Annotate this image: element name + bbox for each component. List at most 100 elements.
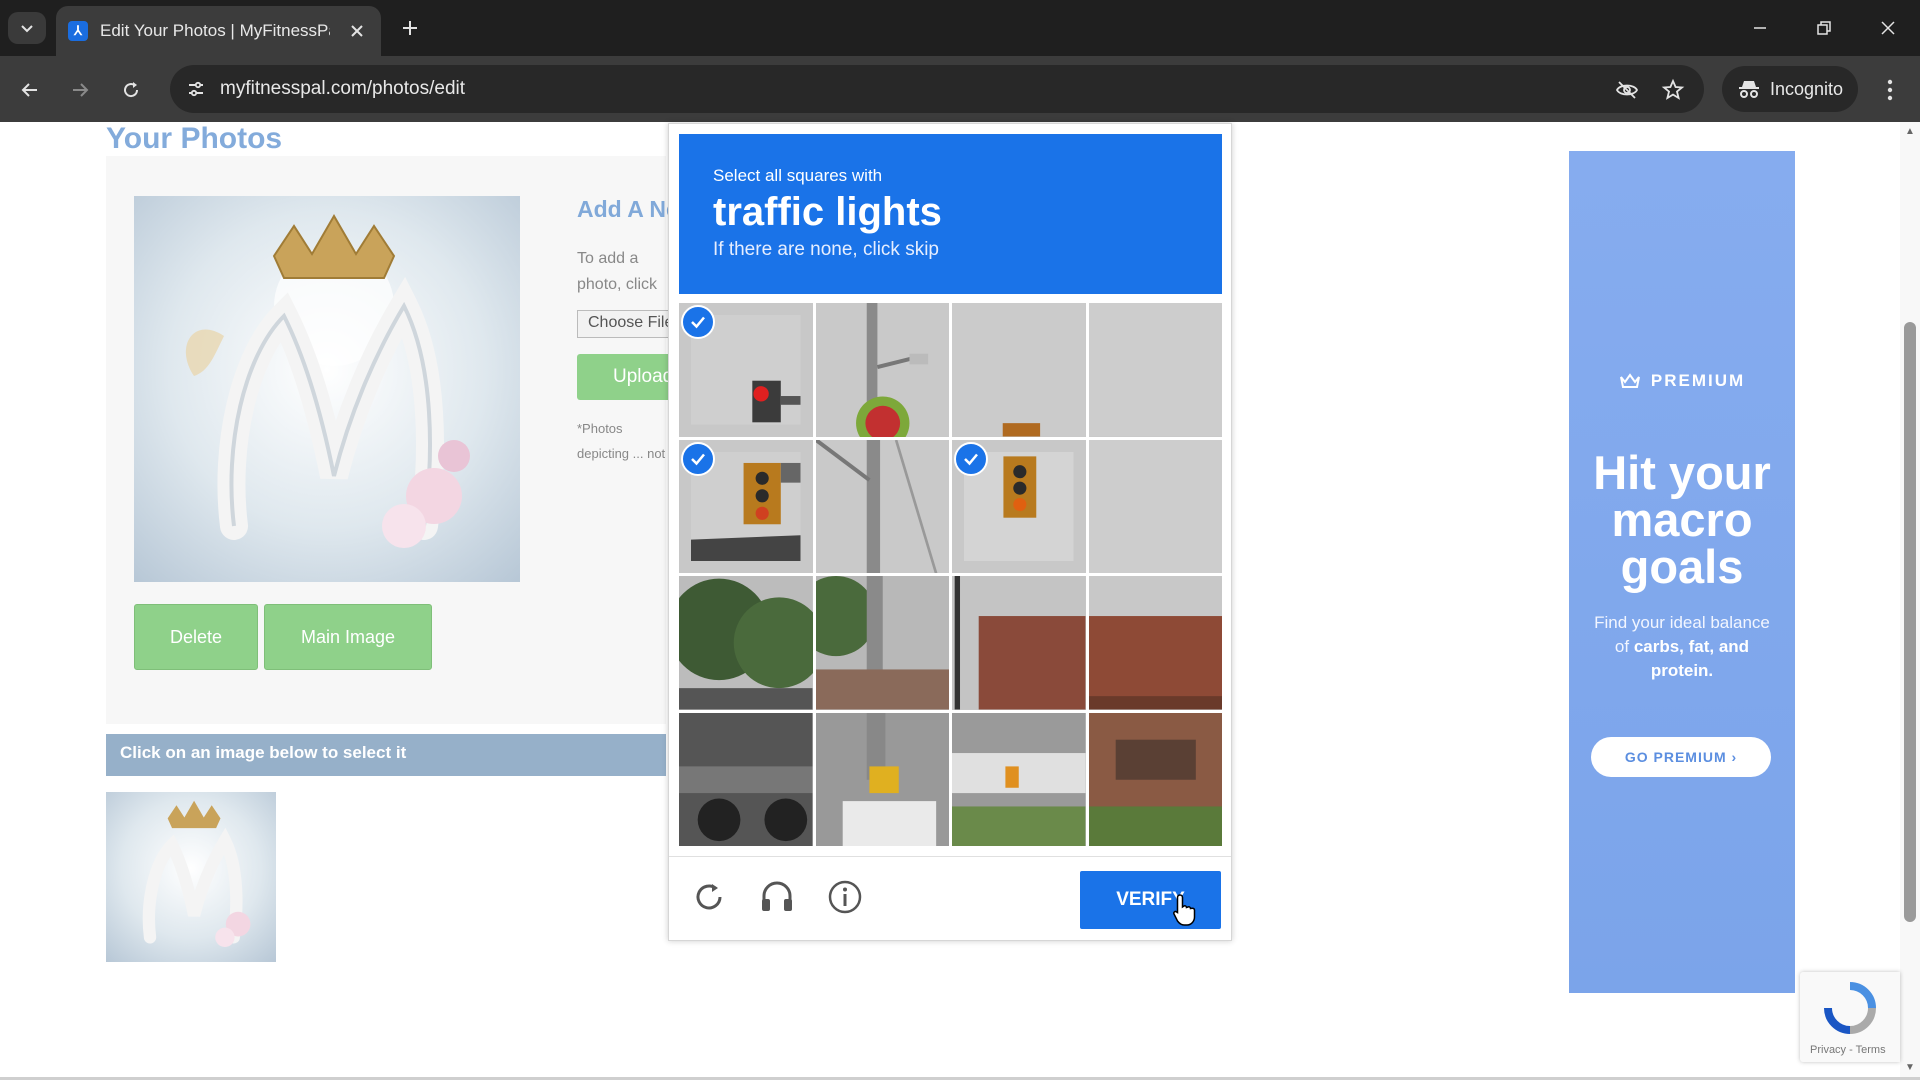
tile-image xyxy=(952,303,1086,437)
captcha-tile[interactable] xyxy=(815,712,949,846)
tile-image xyxy=(1088,439,1222,573)
monogram-m-image xyxy=(185,214,470,548)
info-icon xyxy=(828,880,862,914)
captcha-footer: VERIFY xyxy=(669,856,1231,940)
ad-body-bold: carbs, fat, and protein. xyxy=(1633,637,1750,680)
incognito-icon xyxy=(1739,81,1759,98)
forward-button[interactable] xyxy=(62,72,98,108)
tile-image xyxy=(952,576,1086,710)
tile-image xyxy=(1088,303,1222,437)
premium-ad[interactable]: PREMIUM Hit your macro goals Find your i… xyxy=(1569,151,1795,993)
eye-off-icon[interactable] xyxy=(1614,77,1640,103)
browser-menu-button[interactable] xyxy=(1872,72,1908,108)
reload-challenge-button[interactable] xyxy=(689,877,729,917)
captcha-tile[interactable] xyxy=(1088,712,1222,846)
ad-premium-label: PREMIUM xyxy=(1650,371,1746,390)
captcha-target-object: traffic lights xyxy=(713,190,942,234)
headphones-icon xyxy=(762,881,792,911)
minimize-icon xyxy=(1754,27,1766,29)
captcha-tile[interactable] xyxy=(679,439,813,573)
captcha-tile[interactable] xyxy=(1088,303,1222,437)
tile-image xyxy=(815,303,949,437)
arrow-right-icon xyxy=(73,83,89,97)
reload-button[interactable] xyxy=(113,72,149,108)
main-image-button[interactable]: Main Image xyxy=(264,604,432,670)
photo-thumbnail[interactable] xyxy=(106,792,276,962)
tab-strip: ⅄ Edit Your Photos | MyFitnessPal xyxy=(0,0,1920,56)
ad-headline: Hit your macro goals xyxy=(1593,446,1771,593)
tile-image xyxy=(1088,712,1222,846)
tile-image xyxy=(1088,576,1222,710)
bookmark-star-icon[interactable] xyxy=(1660,77,1686,103)
scroll-thumb[interactable] xyxy=(1904,322,1916,922)
captcha-tile[interactable] xyxy=(1088,439,1222,573)
check-icon xyxy=(954,441,988,476)
captcha-tile[interactable] xyxy=(679,712,813,846)
audio-challenge-button[interactable] xyxy=(757,877,797,917)
back-button[interactable] xyxy=(12,72,48,108)
tile-image xyxy=(815,439,949,573)
captcha-tile[interactable] xyxy=(679,303,813,437)
monogram-m-thumbnail-image xyxy=(142,800,251,948)
chevron-down-icon xyxy=(21,25,33,33)
new-tab-button[interactable] xyxy=(394,12,426,44)
captcha-header: Select all squares with traffic lights I… xyxy=(679,134,1222,294)
recaptcha-badge[interactable]: Privacy - Terms xyxy=(1800,972,1900,1062)
captcha-tile[interactable] xyxy=(952,303,1086,437)
ad-body: Find your ideal balance of carbs, fat, a… xyxy=(1589,611,1775,683)
captcha-tile[interactable] xyxy=(815,303,949,437)
delete-button[interactable]: Delete xyxy=(134,604,258,670)
tab-search-button[interactable] xyxy=(8,12,46,44)
myfitnesspal-favicon-icon: ⅄ xyxy=(68,21,88,41)
restore-icon xyxy=(1817,21,1831,35)
tile-image xyxy=(952,712,1086,846)
captcha-tile[interactable] xyxy=(815,576,949,710)
tile-image xyxy=(815,712,949,846)
scroll-down-arrow-icon[interactable]: ▼ xyxy=(1904,1062,1916,1074)
tile-image xyxy=(815,576,949,710)
minimize-button[interactable] xyxy=(1738,8,1782,48)
active-tab[interactable]: ⅄ Edit Your Photos | MyFitnessPal xyxy=(56,6,381,56)
scroll-up-arrow-icon[interactable]: ▲ xyxy=(1904,126,1916,138)
incognito-indicator[interactable]: Incognito xyxy=(1722,66,1858,112)
check-icon xyxy=(681,305,715,339)
page-title: Your Photos xyxy=(106,122,283,155)
page-scrollbar[interactable]: ▲ ▼ xyxy=(1900,122,1920,1080)
plus-icon xyxy=(403,21,417,35)
tab-title: Edit Your Photos | MyFitnessPal xyxy=(100,21,330,40)
upload-button[interactable]: Upload xyxy=(577,354,677,400)
captcha-tile[interactable] xyxy=(679,576,813,710)
help-button[interactable] xyxy=(825,877,865,917)
recaptcha-logo-icon xyxy=(1824,982,1876,1034)
restore-button[interactable] xyxy=(1802,8,1846,48)
go-premium-button[interactable]: GO PREMIUM › xyxy=(1591,737,1771,777)
url-text: myfitnesspal.com/photos/edit xyxy=(220,78,466,99)
photos-note: *Photos depicting ... not allowed. xyxy=(577,421,666,461)
captcha-challenge: Select all squares with traffic lights I… xyxy=(668,123,1232,941)
close-window-button[interactable] xyxy=(1866,8,1910,48)
close-icon xyxy=(1881,21,1895,35)
captcha-tile[interactable] xyxy=(952,576,1086,710)
captcha-skip-hint: If there are none, click skip xyxy=(713,239,939,260)
captcha-tile[interactable] xyxy=(952,712,1086,846)
choose-file-button[interactable]: Choose File xyxy=(577,310,677,338)
captcha-tile[interactable] xyxy=(815,439,949,573)
address-bar[interactable]: myfitnesspal.com/photos/edit xyxy=(170,65,1704,113)
recaptcha-terms[interactable]: Privacy - Terms xyxy=(1810,1044,1886,1056)
captcha-grid xyxy=(679,303,1222,846)
captcha-tile[interactable] xyxy=(1088,576,1222,710)
refresh-icon xyxy=(696,884,722,910)
site-info-icon[interactable] xyxy=(184,77,208,101)
captcha-instruction: Select all squares with xyxy=(713,166,883,185)
tab-close-button[interactable] xyxy=(345,19,369,43)
reload-icon xyxy=(124,82,139,98)
incognito-label: Incognito xyxy=(1770,78,1844,99)
crown-icon xyxy=(1619,373,1640,388)
captcha-tile[interactable] xyxy=(952,439,1086,573)
check-icon xyxy=(681,441,715,476)
close-icon xyxy=(351,25,363,37)
arrow-left-icon xyxy=(21,83,37,97)
more-vertical-icon xyxy=(1887,79,1893,101)
hand-cursor-icon xyxy=(1173,894,1196,926)
tile-image xyxy=(679,576,813,710)
